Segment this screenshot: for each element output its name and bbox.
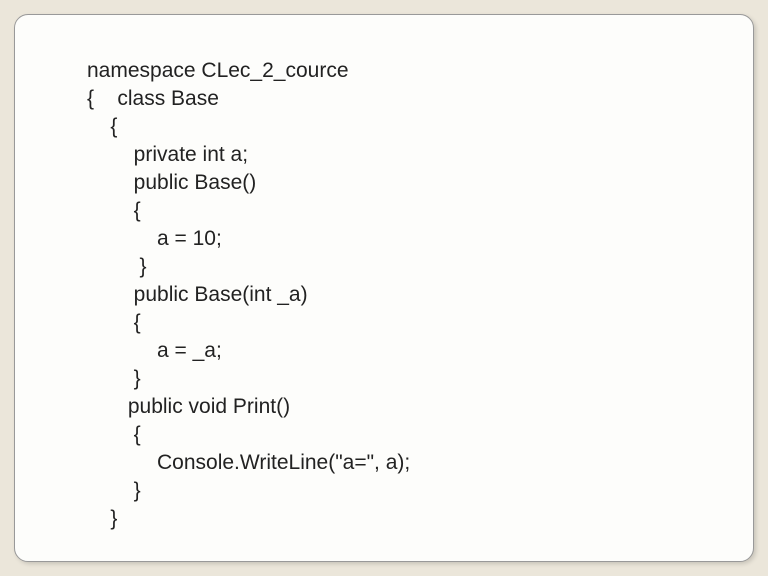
slide-frame: namespace CLec_2_cource { class Base { p…: [14, 14, 754, 562]
code-line: namespace CLec_2_cource: [87, 59, 349, 82]
code-line: }: [87, 367, 141, 390]
code-line: {: [87, 311, 141, 334]
code-line: }: [87, 255, 147, 278]
code-line: {: [87, 115, 117, 138]
code-line: a = 10;: [87, 227, 222, 250]
code-line: }: [87, 507, 117, 530]
code-line: {: [87, 199, 141, 222]
code-line: }: [87, 479, 141, 502]
code-line: { class Base: [87, 87, 219, 110]
code-line: public Base(int _a): [87, 283, 308, 306]
code-line: public void Print(): [87, 395, 290, 418]
code-line: public Base(): [87, 171, 256, 194]
code-block: namespace CLec_2_cource { class Base { p…: [87, 29, 735, 562]
code-line: {: [87, 423, 141, 446]
code-line: a = _a;: [87, 339, 222, 362]
code-line: Console.WriteLine("a=", a);: [87, 451, 410, 474]
code-line: private int a;: [87, 143, 248, 166]
